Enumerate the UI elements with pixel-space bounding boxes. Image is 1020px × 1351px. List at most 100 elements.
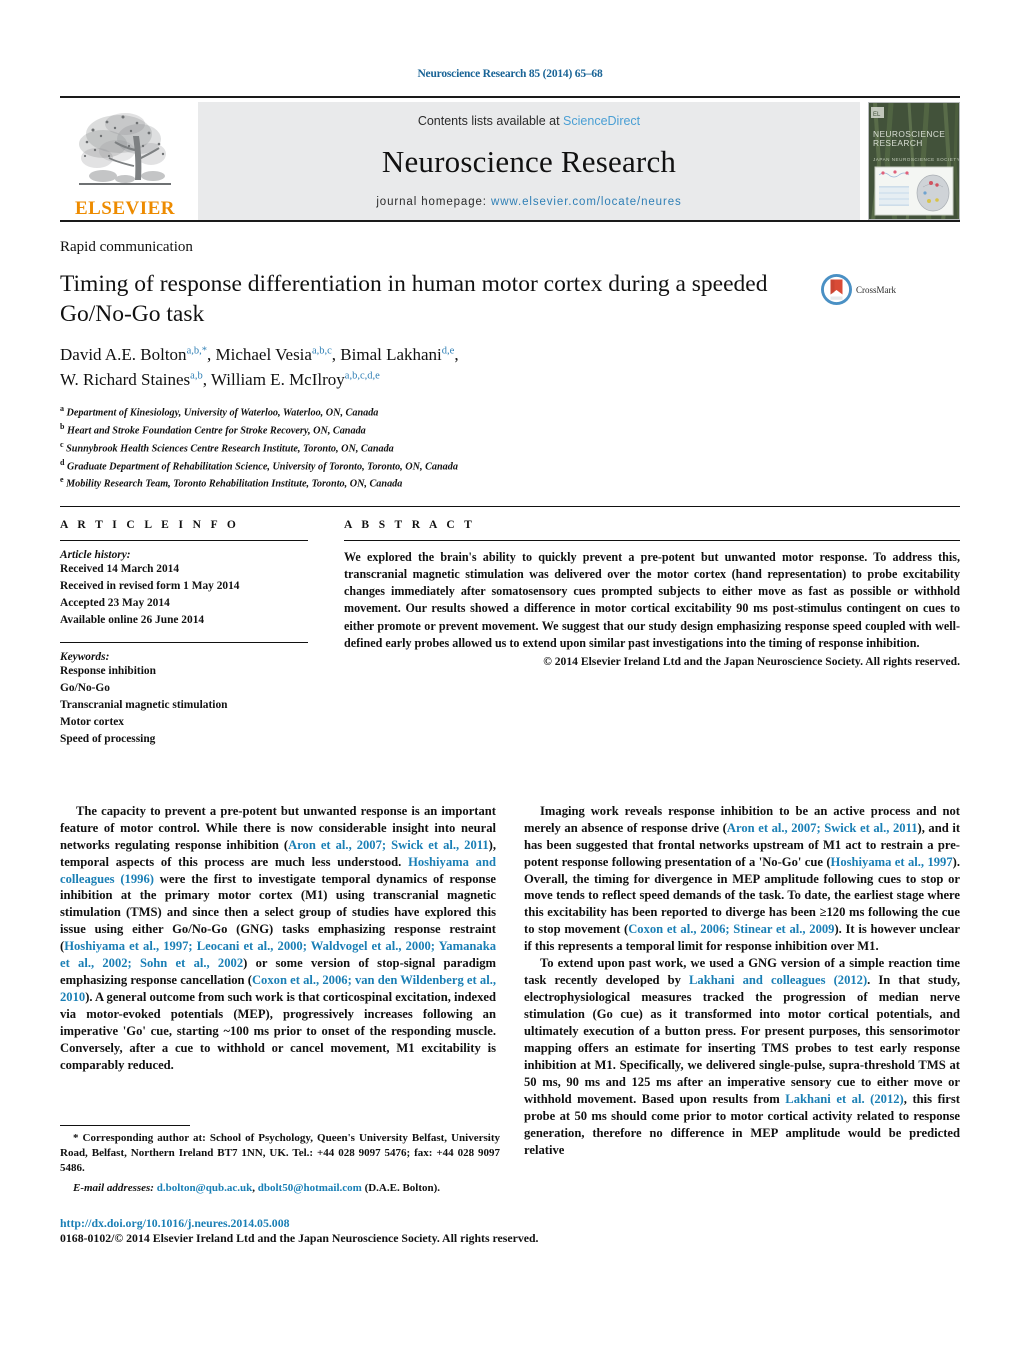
keyword-1: Response inhibition <box>60 665 156 678</box>
elsevier-tree-icon <box>79 113 171 185</box>
body-paragraph-left-1: The capacity to prevent a pre-potent but… <box>60 803 496 1074</box>
keywords-rule <box>60 642 308 644</box>
body-left-column: The capacity to prevent a pre-potent but… <box>60 803 496 1159</box>
rp1-cite-3[interactable]: Coxon et al., 2006; Stinear et al., 2009 <box>628 922 834 936</box>
rp2-b: . In that study, electrophysiological me… <box>524 973 960 1106</box>
abstract-heading: A B S T R A C T <box>344 518 476 531</box>
sciencedirect-link[interactable]: ScienceDirect <box>563 114 640 128</box>
journal-masthead: ELSEVIER Contents lists available at Sci… <box>60 102 960 220</box>
footnote-rule <box>60 1125 190 1126</box>
elsevier-wordmark: ELSEVIER <box>74 198 176 219</box>
masthead-top-rule <box>60 96 960 98</box>
page-footer: http://dx.doi.org/10.1016/j.neures.2014.… <box>60 1216 760 1247</box>
author-5: William E. McIlroy <box>210 369 345 389</box>
email-link-1[interactable]: d.bolton@qub.ac.uk <box>157 1182 253 1194</box>
article-type: Rapid communication <box>60 239 193 255</box>
email-link-2[interactable]: dbolt50@hotmail.com <box>258 1182 362 1194</box>
article-info-column: A R T I C L E I N F O Article history: R… <box>60 519 308 748</box>
author-2-affil-markers[interactable]: a,b,c <box>312 346 332 357</box>
corresponding-author-footnote: * Corresponding author at: School of Psy… <box>60 1125 500 1196</box>
author-list: David A.E. Boltona,b,*, Michael Vesiaa,b… <box>60 345 459 389</box>
affiliation-c-text: Sunnybrook Health Sciences Centre Resear… <box>66 443 394 455</box>
contents-prefix: Contents lists available at <box>417 114 560 128</box>
keyword-4: Motor cortex <box>60 716 124 728</box>
author-1: David A.E. Bolton <box>60 345 187 365</box>
author-4: W. Richard Staines <box>60 369 191 389</box>
abstract-column: A B S T R A C T We explored the brain's … <box>344 519 960 748</box>
rp2-cite-2[interactable]: Lakhani et al. (2012) <box>785 1092 903 1106</box>
footnote-emails: E-mail addresses: d.bolton@qub.ac.uk, db… <box>60 1181 500 1196</box>
homepage-prefix: journal homepage: <box>376 196 487 208</box>
email-owner: (D.A.E. Bolton). <box>361 1181 441 1194</box>
svg-text:JAPAN NEUROSCIENCE SOCIETY: JAPAN NEUROSCIENCE SOCIETY <box>873 157 960 162</box>
affil-marker-e: e <box>60 475 64 485</box>
body-right-column: Imaging work reveals response inhibition… <box>524 803 960 1159</box>
body-text-area: The capacity to prevent a pre-potent but… <box>60 803 960 1159</box>
contents-available-line: Contents lists available at ScienceDirec… <box>418 114 640 128</box>
affiliation-d: d Graduate Department of Rehabilitation … <box>60 457 960 475</box>
info-section-rule <box>60 505 960 507</box>
abstract-rule <box>344 539 960 541</box>
history-revised: Received in revised form 1 May 2014 <box>60 579 240 592</box>
affil-marker-b: b <box>60 422 65 432</box>
keyword-3: Transcranial magnetic stimulation <box>60 699 228 712</box>
article-info-rule <box>60 539 308 541</box>
elsevier-logo: ELSEVIER <box>60 102 190 220</box>
masthead-bottom-rule <box>60 220 960 222</box>
lp1-cite-1[interactable]: Aron et al., 2007; Swick et al., 2011 <box>288 838 489 852</box>
affiliation-e: e Mobility Research Team, Toronto Rehabi… <box>60 474 960 492</box>
author-3: Bimal Lakhani <box>340 345 442 365</box>
crossmark-icon <box>821 274 852 305</box>
svg-text:RESEARCH: RESEARCH <box>873 138 923 148</box>
affiliation-d-text: Graduate Department of Rehabilitation Sc… <box>67 460 458 472</box>
affiliation-a: a Department of Kinesiology, University … <box>60 403 960 421</box>
journal-article-page: Neuroscience Research 85 (2014) 65–68 EL… <box>0 0 1020 1351</box>
info-abstract-area: A R T I C L E I N F O Article history: R… <box>60 519 960 748</box>
article-info-heading: A R T I C L E I N F O <box>60 518 240 531</box>
keywords-block: Keywords: Response inhibition Go/No-Go T… <box>60 642 308 747</box>
page-title: Timing of response differentiation in hu… <box>60 271 768 328</box>
abstract-text: We explored the brain's ability to quick… <box>344 549 960 650</box>
history-accepted: Accepted 23 May 2014 <box>60 596 170 609</box>
author-1-affil-markers[interactable]: a,b,* <box>187 346 207 357</box>
body-paragraph-right-2: To extend upon past work, we used a GNG … <box>524 955 960 1158</box>
lp1-e: ). A general outcome from such work is t… <box>60 990 496 1072</box>
affiliation-a-text: Department of Kinesiology, University of… <box>66 407 379 419</box>
keywords-label: Keywords: <box>60 651 110 664</box>
issn-copyright: 0168-0102/© 2014 Elsevier Ireland Ltd an… <box>60 1231 539 1246</box>
rp1-cite-2[interactable]: Hoshiyama et al., 1997 <box>831 855 953 869</box>
affiliation-c: c Sunnybrook Health Sciences Centre Rese… <box>60 439 960 457</box>
article-history-label: Article history: <box>60 548 131 561</box>
keyword-5: Speed of processing <box>60 732 156 745</box>
author-5-affil-markers[interactable]: a,b,c,d,e <box>345 370 380 381</box>
cover-art: EL NEUROSCIENCE RESEARCH JAPAN NEUROSCIE… <box>869 103 960 219</box>
rp2-cite-1[interactable]: Lakhani and colleagues (2012) <box>689 973 867 987</box>
journal-title: Neuroscience Research <box>381 144 677 179</box>
footnote-address: * Corresponding author at: School of Psy… <box>60 1132 500 1174</box>
masthead-banner: Contents lists available at ScienceDirec… <box>198 102 860 220</box>
affiliation-b-text: Heart and Stroke Foundation Centre for S… <box>67 425 366 437</box>
affiliation-b: b Heart and Stroke Foundation Centre for… <box>60 421 960 439</box>
rp1-cite-1[interactable]: Aron et al., 2007; Swick et al., 2011 <box>727 821 918 835</box>
journal-homepage-line: journal homepage: www.elsevier.com/locat… <box>376 196 681 208</box>
title-row: Timing of response differentiation in hu… <box>60 269 960 329</box>
crossmark-label: CrossMark <box>856 284 896 295</box>
affiliation-e-text: Mobility Research Team, Toronto Rehabili… <box>66 478 403 490</box>
affiliation-list: a Department of Kinesiology, University … <box>60 403 960 491</box>
homepage-url-link[interactable]: www.elsevier.com/locate/neures <box>491 196 682 208</box>
affil-marker-a: a <box>60 404 64 414</box>
journal-cover-thumbnail: EL NEUROSCIENCE RESEARCH JAPAN NEUROSCIE… <box>868 102 960 220</box>
affil-marker-c: c <box>60 439 64 449</box>
history-online: Available online 26 June 2014 <box>60 613 205 626</box>
author-3-affil-markers[interactable]: d,e <box>442 346 455 357</box>
author-2: Michael Vesia <box>215 345 312 365</box>
author-4-affil-markers[interactable]: a,b <box>190 370 203 381</box>
body-paragraph-right-1: Imaging work reveals response inhibition… <box>524 803 960 955</box>
crossmark-badge[interactable]: CrossMark <box>820 273 896 306</box>
email-label: E-mail addresses: <box>73 1181 154 1194</box>
history-received: Received 14 March 2014 <box>60 562 180 575</box>
running-head: Neuroscience Research 85 (2014) 65–68 <box>417 68 603 80</box>
keyword-2: Go/No-Go <box>60 682 110 695</box>
doi-link[interactable]: http://dx.doi.org/10.1016/j.neures.2014.… <box>60 1216 760 1231</box>
svg-text:EL: EL <box>873 112 881 118</box>
